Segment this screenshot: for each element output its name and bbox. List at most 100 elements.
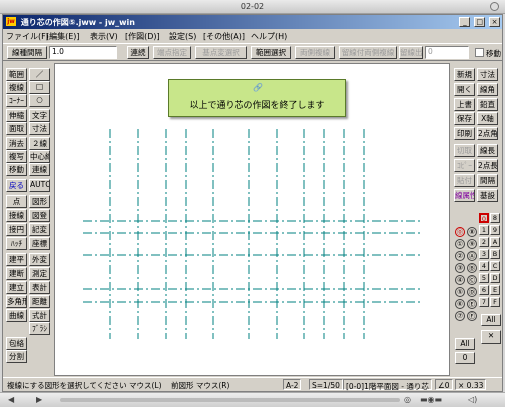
layer-button-8[interactable]: 4 (479, 261, 489, 271)
zoom[interactable]: × 0.33 (455, 379, 487, 390)
tool-0-0[interactable]: 範囲 (6, 68, 27, 81)
rtool-0-0[interactable]: 新規 (454, 68, 475, 81)
layer-button-14[interactable]: 7 (479, 297, 489, 307)
rtool-3-0[interactable]: 保存 (454, 112, 475, 125)
tool-8-1[interactable]: AUTO (29, 179, 50, 192)
tool-1-0[interactable]: 複線 (6, 81, 27, 94)
group-circle-9[interactable]: Ⓒ (467, 275, 477, 285)
rtool-3-1[interactable]: X軸 (477, 112, 498, 125)
rtool-4-1[interactable]: 2点角 (477, 127, 498, 140)
rtool-8-1[interactable]: 基設 (477, 189, 498, 202)
tool-13-1[interactable]: 外変 (29, 253, 50, 266)
layer-button-15[interactable]: F (490, 297, 500, 307)
group-circle-4[interactable]: ② (455, 251, 465, 261)
layer-button-5[interactable]: A (490, 237, 500, 247)
group-circle-1[interactable]: ⑧ (467, 227, 477, 237)
close-button[interactable]: × (489, 17, 500, 27)
slider-icon[interactable]: ▬◉▬ (420, 395, 442, 404)
layer-zero-label[interactable]: 0 (455, 352, 475, 364)
menu-view[interactable]: 表示(V) (90, 31, 118, 42)
group-circle-0[interactable]: ⓪ (455, 227, 465, 237)
group-circle-5[interactable]: Ⓐ (467, 251, 477, 261)
tool-12-0[interactable]: ﾊｯﾁ (6, 237, 27, 250)
layer-button-12[interactable]: 6 (479, 285, 489, 295)
layer-button-2[interactable]: 1 (479, 225, 489, 235)
tool-1-1[interactable]: □ (29, 81, 50, 94)
base-select-button[interactable]: 基点変選択 (195, 46, 247, 59)
window-control-icon[interactable] (490, 2, 499, 11)
tool-17-1[interactable]: 式計 (29, 309, 50, 322)
linetype-interval-button[interactable]: 線種間隔 (7, 46, 47, 59)
rtool-2-1[interactable]: 鉛直 (477, 98, 498, 111)
continuous-button[interactable]: 連続 (127, 46, 149, 59)
maximize-button[interactable]: □ (474, 17, 486, 27)
tool-8-0[interactable]: 戻る (6, 179, 27, 192)
move-checkbox[interactable] (475, 48, 484, 57)
layer-name[interactable]: [0-0]1階平面図 - 通り芯 (343, 379, 432, 391)
tool-14-0[interactable]: 建断 (6, 267, 27, 280)
group-circle-2[interactable]: ① (455, 239, 465, 249)
layer-button-6[interactable]: 3 (479, 249, 489, 259)
group-circle-15[interactable]: Ⓕ (467, 311, 477, 321)
tool-9-0[interactable]: 点 (6, 195, 27, 208)
layer-button-3[interactable]: 9 (490, 225, 500, 235)
group-circle-13[interactable]: Ⓔ (467, 299, 477, 309)
forward-icon[interactable]: ▶ (36, 395, 42, 404)
tool-16-1[interactable]: 距離 (29, 295, 50, 308)
play-icon[interactable]: ◀ (8, 395, 14, 404)
layer-button-1[interactable]: 8 (490, 213, 500, 223)
rtool-4-0[interactable]: 印刷 (454, 127, 475, 140)
speaker-icon[interactable]: ◁) (468, 395, 477, 404)
tool-10-0[interactable]: 接線 (6, 209, 27, 222)
double-side-stop-button[interactable]: 留線付両側複線 (339, 46, 397, 59)
drawing-canvas[interactable]: 🔗 以上で通り芯の作図を終了します (54, 63, 450, 376)
rtool-1-1[interactable]: 線角 (477, 83, 498, 96)
scale[interactable]: S=1/50 (309, 379, 343, 390)
tool-9-1[interactable]: 図形 (29, 195, 50, 208)
rtool-1-0[interactable]: 開く (454, 83, 475, 96)
layer-all-label[interactable]: All (481, 314, 501, 326)
tool-5-0[interactable]: 消去 (6, 137, 27, 150)
tool-11-0[interactable]: 接円 (6, 223, 27, 236)
layer-button-0[interactable]: 0 (479, 213, 489, 223)
tool-7-0[interactable]: 移動 (6, 163, 27, 176)
tool-7-1[interactable]: 連線 (29, 163, 50, 176)
rtool-2-0[interactable]: 上書 (454, 98, 475, 111)
menu-other[interactable]: [その他(A)] (203, 31, 245, 42)
tool-13-0[interactable]: 建平 (6, 253, 27, 266)
stop-out-input[interactable]: 0 (425, 46, 469, 59)
interval-input[interactable]: 1.0 (49, 46, 117, 59)
tool-11-1[interactable]: 記変 (29, 223, 50, 236)
menu-settings[interactable]: 設定(S) (169, 31, 196, 42)
tool-15-0[interactable]: 建立 (6, 281, 27, 294)
stop-out-button[interactable]: 留線出 (399, 46, 423, 59)
range-select-button[interactable]: 範囲選択 (251, 46, 291, 59)
layer-button-9[interactable]: C (490, 261, 500, 271)
tool-12-1[interactable]: 座標 (29, 237, 50, 250)
layer-button-11[interactable]: D (490, 273, 500, 283)
tool-3-0[interactable]: 伸縮 (6, 109, 27, 122)
menu-draw[interactable]: [作図(D)] (125, 31, 160, 42)
rtool-6-0[interactable]: ｺﾋﾟｰ (454, 159, 475, 172)
menu-help[interactable]: ヘルプ(H) (251, 31, 287, 42)
tool-16-0[interactable]: 多角形 (6, 295, 27, 308)
double-side-button[interactable]: 両側複線 (295, 46, 335, 59)
tool-4-1[interactable]: 寸法 (29, 122, 50, 135)
group-circle-7[interactable]: Ⓑ (467, 263, 477, 273)
tool-2-0[interactable]: ｺｰﾅｰ (6, 94, 27, 107)
group-circle-6[interactable]: ③ (455, 263, 465, 273)
rtool-5-0[interactable]: 切取 (454, 144, 475, 157)
rtool-8-0[interactable]: 線属性 (454, 189, 475, 202)
tool-18-1[interactable]: ﾌﾞﾗｼ (29, 322, 50, 335)
tool-10-1[interactable]: 図登 (29, 209, 50, 222)
group-circle-8[interactable]: ④ (455, 275, 465, 285)
layer-button-13[interactable]: E (490, 285, 500, 295)
rtool-7-0[interactable]: 貼付 (454, 174, 475, 187)
tool-14-1[interactable]: 測定 (29, 267, 50, 280)
paper-size[interactable]: A-2 (283, 379, 302, 390)
layer-button-4[interactable]: 2 (479, 237, 489, 247)
layer-cross-label[interactable]: ✕ (481, 330, 501, 344)
menu-edit[interactable]: [編集(E)] (46, 31, 80, 42)
group-circle-11[interactable]: Ⓓ (467, 287, 477, 297)
rtool-6-1[interactable]: 2点長 (477, 159, 498, 172)
